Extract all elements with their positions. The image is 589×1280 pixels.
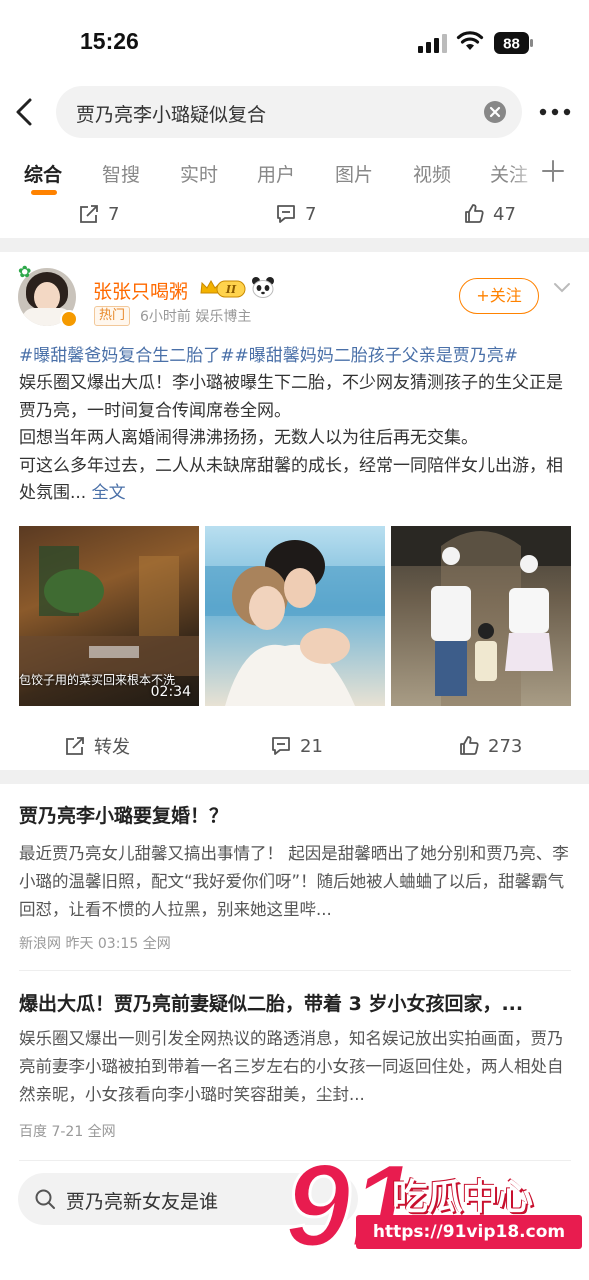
repost-label: 转发 <box>94 737 130 758</box>
tab-fade <box>510 150 540 200</box>
repost-icon <box>66 737 84 755</box>
image-family <box>391 526 571 706</box>
repost-button[interactable]: 转发 <box>64 734 130 758</box>
panda-badge-icon <box>252 277 274 298</box>
more-options-icon[interactable] <box>538 106 572 118</box>
post-text-1: 娱乐圈又爆出大瓜！李小璐被曝生下二胎，不少网友猜测孩子的生父正是贾乃亮，一时间复… <box>19 373 563 421</box>
prev-comment-button[interactable]: 7 <box>275 202 316 226</box>
comment-icon <box>272 737 290 755</box>
battery-icon: 88 <box>494 32 533 54</box>
search-icon <box>35 1189 55 1209</box>
prev-like-count: 47 <box>493 203 516 225</box>
repost-icon <box>80 205 98 223</box>
article-title[interactable]: 贾乃亮李小璐要复婚！？ <box>19 801 574 828</box>
thumbs-up-icon <box>465 204 484 223</box>
image-couple <box>205 540 385 706</box>
article-summary[interactable]: 最近贾乃亮女儿甜馨又搞出事情了！ 起因是甜馨晒出了她分别和贾乃亮、李小璐的温馨旧… <box>19 840 574 924</box>
back-arrow-icon[interactable] <box>10 96 40 128</box>
like-button[interactable]: 273 <box>458 734 522 758</box>
author-name[interactable]: 张张只喝粥 <box>93 277 188 304</box>
tab-smart-search[interactable]: 智搜 <box>102 160 140 187</box>
status-time: 15:26 <box>80 28 139 54</box>
tab-bar: 综合 智搜 实时 用户 图片 视频 关注 <box>0 150 589 200</box>
article-meta: 新浪网 昨天 03:15 全网 <box>19 936 171 952</box>
vip-level: II <box>225 283 237 296</box>
tab-realtime[interactable]: 实时 <box>180 160 218 187</box>
vip-crown-badge-icon: II <box>200 279 246 298</box>
post-actions: 转发 21 273 <box>0 726 589 766</box>
battery-level: 88 <box>503 36 520 53</box>
comment-count: 21 <box>300 735 323 757</box>
tab-videos[interactable]: 视频 <box>413 160 451 187</box>
post-meta: 6小时前 娱乐博主 <box>140 309 252 325</box>
watermark-url: https://91vip18.com <box>356 1215 582 1249</box>
section-divider <box>0 770 589 784</box>
hot-tag: 热门 <box>94 306 131 326</box>
tab-images[interactable]: 图片 <box>335 160 373 187</box>
prev-repost-count: 7 <box>108 203 120 225</box>
cellular-signal-icon <box>418 34 447 53</box>
comment-icon <box>277 205 295 223</box>
close-icon <box>489 106 501 118</box>
post-video-thumbnail[interactable]: 包饺子用的菜买回来根本不洗 02:34 <box>19 526 199 706</box>
tab-users[interactable]: 用户 <box>257 160 295 187</box>
video-duration: 02:34 <box>150 684 191 700</box>
add-tab-icon[interactable] <box>540 158 566 184</box>
prev-comment-count: 7 <box>305 203 317 225</box>
article-meta: 百度 7-21 全网 <box>19 1124 116 1140</box>
chevron-down-icon[interactable] <box>553 282 571 294</box>
post-content: #曝甜馨爸妈复合生二胎了##曝甜馨妈妈二胎孩子父亲是贾乃亮# 娱乐圈又爆出大瓜！… <box>19 343 574 507</box>
prev-like-button[interactable]: 47 <box>463 202 516 226</box>
clover-badge-icon: ✿ <box>18 262 32 281</box>
post-text-2: 回想当年两人离婚闹得沸沸扬扬，无数人以为往后再无交集。 <box>19 428 478 449</box>
post-hashtags[interactable]: #曝甜馨爸妈复合生二胎了##曝甜馨妈妈二胎孩子父亲是贾乃亮# <box>19 346 518 366</box>
list-divider <box>19 970 571 971</box>
article-summary[interactable]: 娱乐圈又爆出一则引发全网热议的路透消息，知名娱记放出实拍画面，贾乃亮前妻李小璐被… <box>19 1025 574 1109</box>
status-bar: 15:26 88 <box>0 0 589 80</box>
prev-repost-button[interactable]: 7 <box>78 202 119 226</box>
article-title[interactable]: 爆出大瓜！贾乃亮前妻疑似二胎，带着 3 岁小女孩回家，... <box>19 989 574 1016</box>
follow-button[interactable]: +关注 <box>459 278 539 314</box>
post-image-couple[interactable] <box>205 526 385 706</box>
watermark-brand: 吃瓜中心 <box>392 1177 533 1218</box>
search-header: 贾乃亮李小璐疑似复合 <box>0 84 589 140</box>
related-search-text: 贾乃亮新女友是谁 <box>66 1191 219 1213</box>
verified-badge-icon <box>60 310 78 328</box>
like-count: 273 <box>488 735 523 757</box>
comment-button[interactable]: 21 <box>270 734 323 758</box>
search-input[interactable]: 贾乃亮李小璐疑似复合 <box>56 86 522 138</box>
wifi-icon <box>456 31 484 50</box>
section-divider <box>0 238 589 252</box>
post-image-family[interactable] <box>391 526 571 706</box>
clear-search-button[interactable] <box>484 101 506 123</box>
full-text-link[interactable]: 全文 <box>92 483 126 503</box>
thumbs-up-icon <box>460 736 479 755</box>
prev-post-actions: 7 7 47 <box>0 194 589 234</box>
search-query: 贾乃亮李小璐疑似复合 <box>76 104 267 126</box>
tab-comprehensive[interactable]: 综合 <box>24 160 62 187</box>
